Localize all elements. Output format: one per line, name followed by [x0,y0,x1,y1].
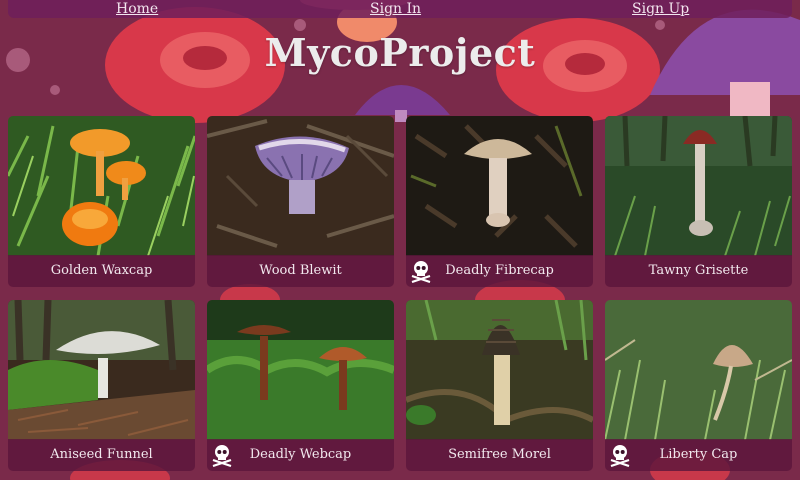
card-label-bar: Golden Waxcap [8,255,195,287]
mushroom-card-wood-blewit[interactable]: Wood Blewit [207,116,394,287]
mushroom-name: Semifree Morel [448,447,551,462]
mushroom-card-tawny-grisette[interactable]: Tawny Grisette [605,116,792,287]
mushroom-card-golden-waxcap[interactable]: Golden Waxcap [8,116,195,287]
liberty-cap-photo [605,300,792,440]
top-navigation: Home Sign In Sign Up [8,0,792,18]
mushroom-card-liberty-cap[interactable]: Liberty Cap [605,300,792,471]
card-label-bar: Deadly Webcap [207,439,394,471]
mushroom-name: Deadly Fibrecap [445,263,554,278]
mushroom-card-aniseed-funnel[interactable]: Aniseed Funnel [8,300,195,471]
mushroom-card-semifree-morel[interactable]: Semifree Morel [406,300,593,471]
mushroom-card-deadly-webcap[interactable]: Deadly Webcap [207,300,394,471]
sign-in-link[interactable]: Sign In [370,0,421,18]
tawny-grisette-photo [605,116,792,256]
mushroom-card-deadly-fibrecap[interactable]: Deadly Fibrecap [406,116,593,287]
mushroom-name: Liberty Cap [659,447,738,462]
golden-waxcap-photo [8,116,195,256]
mushroom-name: Aniseed Funnel [50,447,153,462]
card-label-bar: Aniseed Funnel [8,439,195,471]
card-label-bar: Semifree Morel [406,439,593,471]
home-link[interactable]: Home [116,0,158,18]
sign-up-link[interactable]: Sign Up [632,0,689,18]
wood-blewit-photo [207,116,394,256]
semifree-morel-photo [406,300,593,440]
card-label-bar: Wood Blewit [207,255,394,287]
mushroom-name: Wood Blewit [259,263,342,278]
card-label-bar: Deadly Fibrecap [406,255,593,287]
aniseed-funnel-photo [8,300,195,440]
card-label-bar: Tawny Grisette [605,255,792,287]
card-label-bar: Liberty Cap [605,439,792,471]
deadly-webcap-photo [207,300,394,440]
deadly-fibrecap-photo [406,116,593,256]
page: Home Sign In Sign Up MycoProject Golden … [0,0,800,480]
site-title: MycoProject [264,30,536,75]
mushroom-name: Tawny Grisette [648,263,749,278]
mushroom-name: Deadly Webcap [249,447,352,462]
mushroom-name: Golden Waxcap [50,263,153,278]
mushroom-card-grid: Golden Waxcap Wood Blewit Deadly Fibreca… [8,116,792,472]
